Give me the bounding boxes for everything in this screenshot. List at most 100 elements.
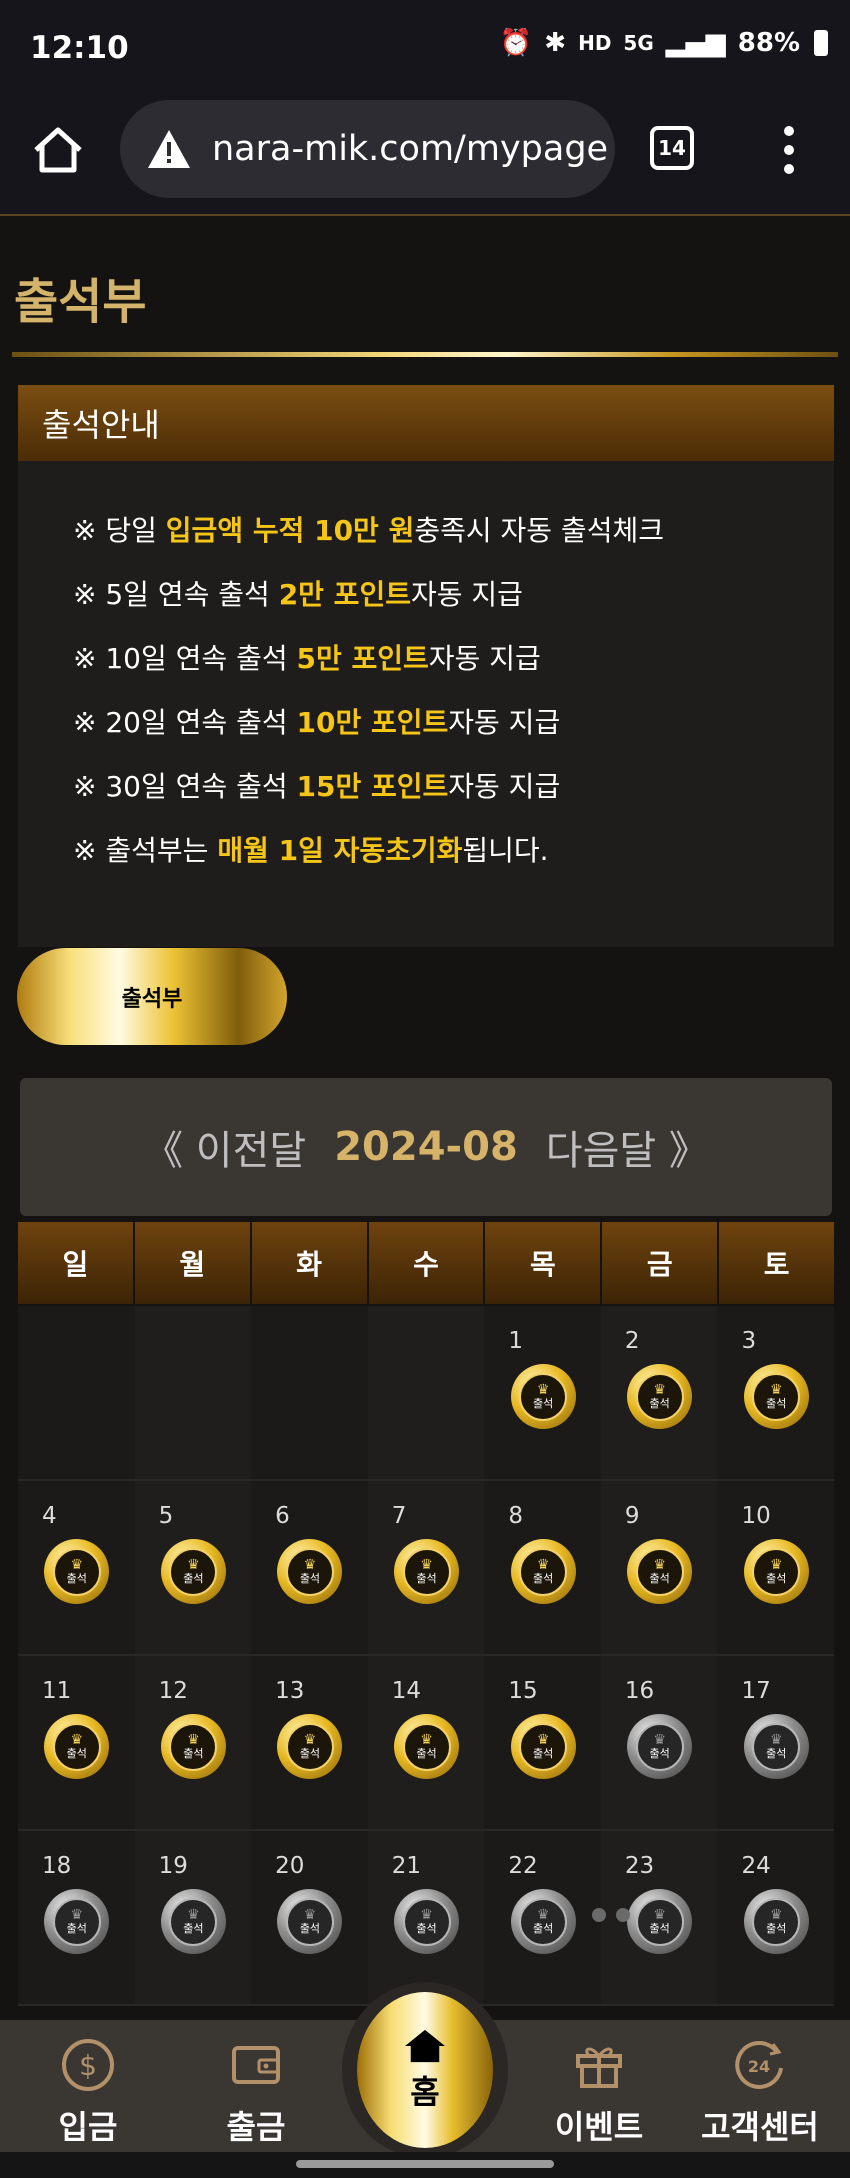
guide-item-text: ※ 5일 연속 출석 (73, 578, 279, 611)
alarm-icon: ⏰ (499, 28, 533, 58)
attendance-guide-panel: 출석안내 ※ 당일 입금액 누적 10만 원충족시 자동 출석체크 ※ 5일 연속… (18, 385, 834, 947)
stamp-inner: ♛ 출석 (169, 1897, 218, 1946)
stamp-label: 출석 (766, 1397, 787, 1410)
stamp-inner: ♛ 출석 (169, 1722, 218, 1771)
dollar-coin-icon: $ (61, 2038, 115, 2092)
stamp-inner: ♛ 출석 (752, 1897, 801, 1946)
day-number: 16 (624, 1678, 655, 1704)
guide-item-text: 충족시 자동 출석체크 (414, 514, 664, 547)
crown-icon: ♛ (303, 1907, 317, 1923)
crown-icon: ♛ (653, 1382, 666, 1398)
stamp-label: 출석 (766, 1922, 787, 1935)
attendance-button[interactable]: 출석부 (17, 948, 287, 1045)
guide-item-highlight: 입금액 누적 10만 원 (165, 514, 415, 547)
calendar-day: 11 ♛ 출석 (18, 1656, 135, 1829)
day-number: 11 (42, 1678, 72, 1704)
stamp-inner: ♛ 출석 (752, 1722, 801, 1771)
prev-month-link[interactable]: 《 이전달 (143, 1118, 306, 1176)
calendar-day: 21 ♛ 출석 (367, 1831, 485, 2004)
stamp-label: 출석 (532, 1747, 554, 1760)
crown-icon: ♛ (187, 1557, 200, 1573)
crown-icon: ♛ (769, 1557, 783, 1573)
calendar-day: 20 ♛ 출석 (251, 1831, 368, 2004)
nav-withdraw[interactable]: 출금 (176, 2020, 336, 2152)
calendar-day: 5 ♛ 출석 (134, 1481, 252, 1654)
crown-icon: ♛ (420, 1557, 433, 1573)
home-icon (405, 2029, 445, 2063)
tab-switcher-button[interactable]: 14 (650, 126, 694, 170)
nav-home[interactable]: 홈 (357, 1992, 493, 2148)
stamp-inner: ♛ 출석 (519, 1547, 568, 1596)
support-24-icon: 24 (733, 2038, 787, 2092)
calendar-week: 4 ♛ 출석 5 ♛ 출석 6 ♛ 출석 7 ♛ 출석 8 ♛ 출석 9 ♛ 출석 10 ♛ 출석 (18, 1481, 835, 1656)
weekday-label: 금 (602, 1222, 718, 1304)
guide-item: ※ 20일 연속 출석 10만 포인트자동 지급 (73, 691, 834, 755)
attendance-stamp-unchecked: ♛ 출석 (394, 1889, 460, 1954)
more-menu-icon[interactable] (783, 126, 795, 174)
stamp-inner: ♛ 출석 (402, 1722, 451, 1771)
svg-text:$: $ (79, 2049, 97, 2082)
weekday-label: 토 (719, 1222, 835, 1304)
page-title: 출석부 (14, 274, 147, 330)
weekday-label: 화 (251, 1222, 367, 1304)
attendance-stamp-unchecked: ♛ 출석 (627, 1889, 693, 1954)
stamp-inner: ♛ 출석 (285, 1897, 334, 1946)
calendar-day: 17 ♛ 출석 (717, 1656, 835, 1829)
nav-event[interactable]: 이벤트 (519, 2020, 679, 2152)
day-number: 21 (391, 1853, 422, 1879)
home-icon[interactable] (30, 122, 86, 178)
calendar-day: 8 ♛ 출석 (484, 1481, 601, 1654)
stamp-inner: ♛ 출석 (519, 1897, 568, 1946)
calendar-grid: 1 ♛ 출석 2 ♛ 출석 3 ♛ 출석 4 ♛ 출석 5 ♛ 출석 6 ♛ 출석 7 ♛ 출석 8 ♛ 출석 9 ♛ 출석 10 ♛ 출… (18, 1306, 835, 2006)
guide-item-text: 자동 지급 (428, 642, 541, 675)
guide-item: ※ 10일 연속 출석 5만 포인트자동 지급 (73, 627, 834, 691)
stamp-inner: ♛ 출석 (752, 1547, 801, 1596)
nav-deposit-label: 입금 (58, 2108, 118, 2146)
crown-icon: ♛ (653, 1907, 666, 1923)
stamp-label: 출석 (416, 1922, 437, 1935)
day-number: 7 (391, 1503, 407, 1529)
calendar-day: 16 ♛ 출석 (600, 1656, 718, 1829)
crown-icon: ♛ (187, 1907, 200, 1923)
stamp-label: 출석 (416, 1747, 437, 1760)
guide-item-highlight: 15만 포인트 (296, 770, 449, 803)
calendar-day: 19 ♛ 출석 (134, 1831, 252, 2004)
attendance-stamp-checked: ♛ 출석 (510, 1539, 576, 1604)
day-number: 14 (391, 1678, 422, 1704)
weekday-label: 목 (485, 1222, 601, 1304)
crown-icon: ♛ (420, 1732, 433, 1748)
crown-icon: ♛ (70, 1732, 84, 1748)
stamp-label: 출석 (532, 1572, 554, 1585)
attendance-stamp-unchecked: ♛ 출석 (277, 1889, 343, 1954)
attendance-stamp-unchecked: ♛ 출석 (44, 1889, 110, 1954)
crown-icon: ♛ (769, 1732, 783, 1748)
calendar-day: 9 ♛ 출석 (600, 1481, 718, 1654)
stamp-label: 출석 (66, 1922, 87, 1935)
stamp-inner: ♛ 출석 (635, 1722, 684, 1771)
attendance-stamp-checked: ♛ 출석 (394, 1539, 460, 1604)
attendance-stamp-checked: ♛ 출석 (44, 1714, 110, 1779)
guide-item-highlight: 2만 포인트 (278, 578, 411, 611)
guide-item-text: 됩니다. (462, 834, 549, 867)
nav-support[interactable]: 24 고객센터 (680, 2020, 840, 2152)
svg-text:24: 24 (748, 2057, 770, 2076)
crown-icon: ♛ (70, 1907, 84, 1923)
status-icons: ⏰ ✱ HD 5G ▂▄▆ 88% (500, 28, 828, 58)
attendance-stamp-unchecked: ♛ 출석 (160, 1889, 226, 1954)
stamp-inner: ♛ 출석 (402, 1547, 451, 1596)
day-number: 1 (508, 1328, 523, 1354)
stamp-inner: ♛ 출석 (285, 1547, 334, 1596)
next-month-link[interactable]: 다음달 》 (546, 1118, 709, 1176)
battery-text: 88% (737, 28, 800, 58)
nav-deposit[interactable]: $ 입금 (8, 2020, 168, 2152)
nav-withdraw-label: 출금 (226, 2108, 286, 2146)
stamp-label: 출석 (66, 1572, 87, 1585)
crown-icon: ♛ (303, 1732, 317, 1748)
calendar-day (251, 1306, 368, 1479)
url-bar[interactable]: nara-mik.com/mypage (120, 100, 615, 198)
crown-icon: ♛ (536, 1907, 550, 1923)
calendar-day: 13 ♛ 출석 (251, 1656, 368, 1829)
browser-toolbar: nara-mik.com/mypage 14 (0, 100, 850, 216)
calendar-day: 15 ♛ 출석 (484, 1656, 601, 1829)
carousel-dots (592, 1908, 630, 1922)
